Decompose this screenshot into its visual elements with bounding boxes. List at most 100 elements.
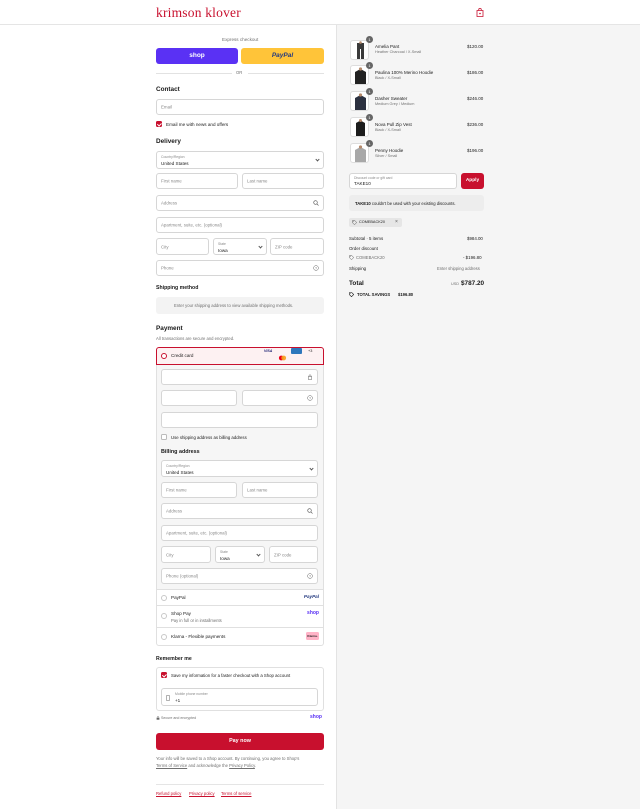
subtotal-value: $984.00: [467, 236, 483, 241]
billing-same-label: Use shipping address as billing address: [171, 435, 247, 440]
last-name-placeholder: Last name: [247, 178, 268, 184]
city-field[interactable]: City: [156, 238, 209, 255]
terms-of-service-link[interactable]: Terms of Service: [156, 763, 187, 768]
country-select[interactable]: Country/Region United States: [156, 151, 324, 169]
legal-and-text: and acknowledge the: [188, 763, 228, 768]
chevron-down-icon: [309, 465, 314, 471]
item-price: $246.00: [467, 96, 484, 101]
secure-label: Secure and encrypted: [161, 716, 197, 720]
shipping-label: Shipping: [349, 266, 367, 271]
news-checkbox[interactable]: [156, 121, 162, 127]
or-label: OR: [236, 70, 243, 75]
privacy-policy-footer-link[interactable]: Privacy policy: [189, 791, 215, 796]
security-code-field[interactable]: ?: [242, 390, 318, 406]
privacy-policy-link[interactable]: Privacy Policy: [229, 763, 255, 768]
more-cards-badge: +3: [308, 349, 313, 353]
close-icon[interactable]: ×: [395, 219, 398, 225]
billing-address-placeholder: Address: [166, 508, 183, 514]
contact-title: Contact: [156, 86, 180, 93]
zip-field[interactable]: ZIP code: [270, 238, 324, 255]
shopping-bag-icon[interactable]: [476, 8, 484, 17]
divider: [248, 73, 324, 74]
klarna-option[interactable]: Klarna - Flexible payments Klarna.: [156, 628, 324, 646]
help-icon[interactable]: ?: [307, 395, 313, 401]
billing-city-field[interactable]: City: [161, 546, 211, 563]
billing-state-value: Iowa: [220, 556, 230, 561]
apply-button[interactable]: Apply: [461, 173, 484, 189]
state-select[interactable]: State Iowa: [213, 238, 267, 255]
brand-logo[interactable]: krimson klover: [156, 5, 241, 21]
total-savings-label: TOTAL SAVINGS: [357, 292, 391, 297]
billing-apartment-field[interactable]: Apartment, suite, etc. (optional): [161, 525, 318, 541]
shipping-message: Enter your shipping address to view avai…: [174, 303, 294, 308]
tag-icon: [349, 292, 354, 297]
billing-state-label: State: [220, 550, 228, 554]
billing-apartment-placeholder: Apartment, suite, etc. (optional): [166, 530, 228, 536]
shoppay-option[interactable]: Shop Pay Pay in full or in installments …: [156, 606, 324, 628]
credit-card-radio[interactable]: [161, 353, 167, 359]
first-name-field[interactable]: First name: [156, 173, 238, 189]
help-icon[interactable]: ?: [313, 265, 319, 271]
expiration-field[interactable]: [161, 390, 237, 406]
product-image: [350, 40, 369, 60]
help-icon[interactable]: ?: [307, 573, 313, 579]
billing-last-name-field[interactable]: Last name: [242, 482, 318, 498]
billing-phone-field[interactable]: Phone (optional)?: [161, 568, 318, 584]
billing-same-checkbox[interactable]: [161, 434, 167, 440]
phone-icon: [166, 695, 170, 701]
lock-icon: [308, 374, 312, 380]
header: krimson klover: [0, 0, 640, 25]
order-discount-label: Order discount: [349, 246, 378, 251]
mobile-phone-field[interactable]: Mobile phone number +1: [161, 688, 318, 706]
paypal-radio[interactable]: [161, 595, 167, 601]
billing-first-name-field[interactable]: First name: [161, 482, 237, 498]
chevron-down-icon: [258, 243, 263, 249]
discount-error-code: TAKE10: [355, 201, 371, 206]
phone-field[interactable]: Phone?: [156, 260, 324, 276]
billing-country-value: United States: [166, 470, 194, 475]
total-savings-value: $196.80: [398, 292, 414, 297]
card-number-field[interactable]: [161, 369, 318, 385]
terms-of-service-footer-link[interactable]: Terms of service: [221, 791, 251, 796]
mobile-phone-label: Mobile phone number: [175, 692, 208, 696]
klarna-logo: Klarna.: [306, 632, 319, 640]
payment-title: Payment: [156, 325, 183, 332]
klarna-radio[interactable]: [161, 634, 167, 640]
discount-error-text: TAKE10 couldn't be used with your existi…: [355, 201, 456, 206]
state-label: State: [218, 242, 226, 246]
quantity-badge: 1: [366, 140, 373, 147]
shoppay-label: Shop Pay: [171, 611, 191, 616]
shop-logo: shop: [310, 714, 322, 720]
paypal-button[interactable]: PayPal: [241, 48, 324, 64]
item-variant: Black / X-Small: [375, 76, 401, 80]
email-placeholder: Email: [161, 104, 172, 110]
lock-icon: [156, 716, 160, 720]
discount-chip: COMEBACK20 ×: [349, 218, 402, 227]
billing-zip-field[interactable]: ZIP code: [269, 546, 318, 563]
pay-now-button[interactable]: Pay now: [156, 733, 324, 750]
billing-address-field[interactable]: Address: [161, 503, 318, 519]
address-field[interactable]: Address: [156, 195, 324, 211]
svg-text:?: ?: [309, 396, 311, 400]
shop-pay-button[interactable]: shop: [156, 48, 238, 64]
billing-state-select[interactable]: State Iowa: [215, 546, 265, 563]
country-label: Country/Region: [161, 155, 185, 159]
paypal-option[interactable]: PayPal PayPal: [156, 590, 324, 606]
billing-last-placeholder: Last name: [247, 487, 268, 493]
refund-policy-link[interactable]: Refund policy: [156, 791, 181, 796]
save-info-checkbox[interactable]: [161, 672, 167, 678]
item-name: Penny Hoodie: [375, 148, 404, 153]
credit-card-option[interactable]: Credit card VISA +3: [156, 347, 324, 365]
svg-text:?: ?: [315, 266, 317, 270]
paypal-logo: PayPal: [303, 594, 319, 599]
apartment-field[interactable]: Apartment, suite, etc. (optional): [156, 217, 324, 233]
last-name-field[interactable]: Last name: [242, 173, 324, 189]
email-field[interactable]: Email: [156, 99, 324, 115]
name-on-card-field[interactable]: [161, 412, 318, 428]
billing-country-select[interactable]: Country/Region United States: [161, 460, 318, 477]
address-placeholder: Address: [161, 200, 178, 206]
shoppay-radio[interactable]: [161, 613, 167, 619]
discount-code-field[interactable]: Discount code or gift card TAKE10: [349, 173, 457, 189]
item-variant: Heather Charcoal / X-Small: [375, 50, 422, 54]
billing-phone-placeholder: Phone (optional): [166, 573, 199, 579]
